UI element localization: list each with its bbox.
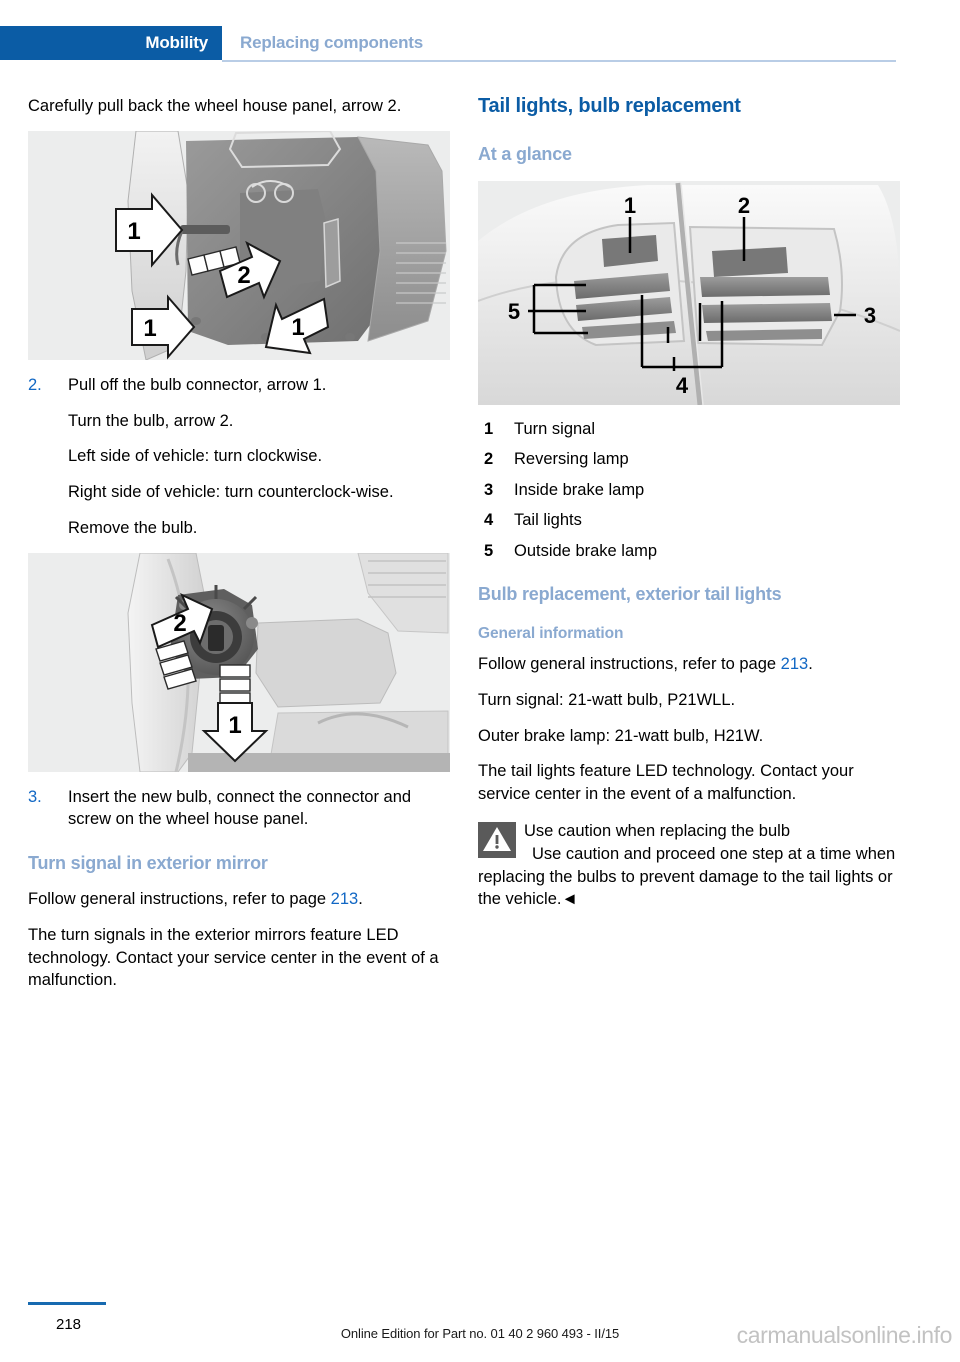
header-section-label: Replacing components [240,33,424,52]
site-watermark: carmanualsonline.info [736,1322,953,1348]
svg-text:1: 1 [624,193,636,218]
tail-light-led-paragraph: The tail lights feature LED technology. … [478,762,854,804]
step-2-line-1: Pull off the bulb connector, arrow 1. [68,375,327,394]
gen-ref-before: Follow general instructions, refer to pa… [478,655,781,674]
svg-text:5: 5 [508,299,520,324]
step-2-line-5: Remove the bulb. [68,518,198,537]
legend-number: 5 [484,541,494,560]
legend-label: Reversing lamp [514,450,629,469]
header-divider [222,60,896,62]
legend-item: 4 Tail lights [478,510,900,531]
legend-label: Inside brake lamp [514,480,645,499]
legend-item: 2 Reversing lamp [478,449,900,470]
svg-text:1: 1 [228,712,241,739]
left-column: Carefully pull back the wheel house pane… [28,95,450,1005]
gen-ref-after: . [808,655,813,674]
legend-label: Turn signal [514,420,596,438]
wheel-house-panel-illustration: 1 2 1 1 [28,130,450,360]
warning-notice: Use caution when replacing the bulb Use … [478,820,900,911]
warning-end-marker: ◄ [561,890,578,909]
svg-text:1: 1 [291,314,304,341]
warning-title: Use caution when replacing the bulb [524,822,791,841]
warning-triangle-icon [478,822,516,859]
outer-brake-lamp-bulb-spec: Outer brake lamp: 21-watt bulb, H21W. [478,726,764,745]
svg-text:2: 2 [738,193,750,218]
heading-turn-signal-exterior-mirror: Turn signal in exterior mirror [28,853,268,874]
turn-signal-bulb-spec: Turn signal: 21-watt bulb, P21WLL. [478,690,736,709]
heading-at-a-glance: At a glance [478,144,572,164]
legend-item: 3 Inside brake lamp [478,480,900,501]
warning-body: Use caution and proceed one step at a ti… [478,844,896,909]
legend-number: 2 [484,450,494,469]
mirror-general-instructions: Follow general instructions, refer to pa… [28,888,450,911]
intro-paragraph: Carefully pull back the wheel house pane… [28,97,402,115]
legend-label: Outside brake lamp [514,541,658,560]
svg-text:2: 2 [173,610,186,637]
page-reference-link[interactable]: 213 [781,655,809,673]
heading-bulb-replacement-exterior: Bulb replacement, exterior tail lights [478,584,782,605]
step-3: 3. Insert the new bulb, connect the conn… [28,786,450,832]
step-2-line-4: Right side of vehicle: turn counterclock… [68,483,394,502]
header-chapter-tab: Mobility [0,26,222,60]
legend-number: 3 [484,480,494,499]
heading-general-information: General information [478,625,624,643]
page-reference-link[interactable]: 213 [331,890,359,908]
warning-text-block: Use caution when replacing the bulb Use … [478,820,900,911]
svg-text:1: 1 [127,218,140,245]
tail-light-assembly-illustration: 1 2 3 4 5 [478,181,900,405]
page-title: Tail lights, bulb replacement [478,95,741,117]
legend-label: Tail lights [514,511,582,530]
svg-text:4: 4 [676,373,689,398]
general-instructions-paragraph: Follow general instructions, refer to pa… [478,653,900,676]
mirror-ref-before: Follow general instructions, refer to pa… [28,890,331,909]
svg-text:2: 2 [237,262,250,289]
page-header: Mobility Replacing components [0,26,960,60]
step-2-number: 2. [28,375,42,394]
step-2: 2. Pull off the bulb connector, arrow 1. [28,374,450,397]
step-3-number: 3. [28,787,42,806]
svg-text:1: 1 [143,315,156,342]
tail-light-figure: 1 2 3 4 5 [478,181,900,405]
legend-item: 1 Turn signal [478,419,900,440]
tail-light-legend-list: 1 Turn signal 2 Reversing lamp 3 Inside … [478,419,900,562]
bulb-connector-illustration: 2 1 [28,552,450,772]
header-chapter-label: Mobility [145,33,208,52]
step-3-text: Insert the new bulb, connect the connect… [68,787,412,829]
mirror-ref-after: . [358,890,363,909]
warning-triangle-glyph [483,827,511,852]
step-2-line-3: Left side of vehicle: turn clockwise. [68,447,323,466]
legend-item: 5 Outside brake lamp [478,541,900,562]
step-2-line-2: Turn the bulb, arrow 2. [68,411,234,430]
wheel-house-panel-figure: 1 2 1 1 [28,130,450,360]
footer-divider [28,1302,106,1305]
bulb-connector-figure: 2 1 [28,552,450,772]
legend-number: 4 [484,511,494,530]
svg-text:3: 3 [864,303,876,328]
mirror-led-paragraph: The turn signals in the exterior mirrors… [28,925,439,990]
right-column: Tail lights, bulb replacement At a glanc… [478,95,900,911]
legend-number: 1 [484,420,494,438]
